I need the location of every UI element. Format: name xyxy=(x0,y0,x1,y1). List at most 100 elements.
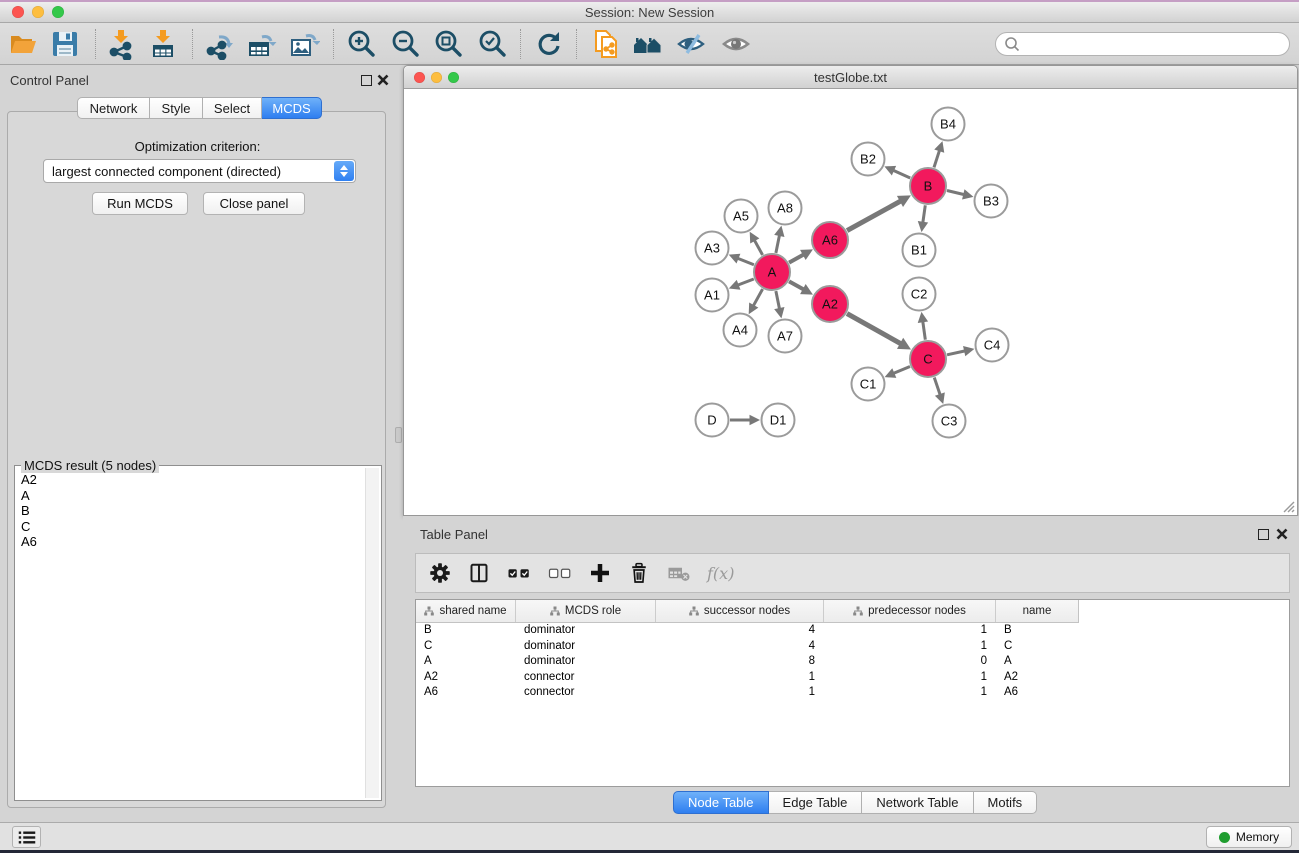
table-cell[interactable]: C xyxy=(416,639,516,655)
table-cell[interactable]: 1 xyxy=(824,670,996,686)
gear-icon[interactable] xyxy=(428,561,452,585)
tab-style[interactable]: Style xyxy=(150,97,203,119)
graph-edge[interactable] xyxy=(738,258,754,265)
graph-edge[interactable] xyxy=(776,235,780,253)
open-file-icon[interactable] xyxy=(7,28,39,60)
graph-edge[interactable] xyxy=(847,314,901,344)
graph-edge[interactable] xyxy=(789,254,804,262)
list-item[interactable]: B xyxy=(18,503,358,519)
show-all-eye-icon[interactable] xyxy=(720,28,752,60)
export-image-icon[interactable] xyxy=(288,28,320,60)
zoom-out-icon[interactable] xyxy=(390,28,422,60)
table-cell[interactable]: A xyxy=(996,654,1078,670)
tab-select[interactable]: Select xyxy=(203,97,262,119)
graph-edge[interactable] xyxy=(789,281,804,289)
table-cell[interactable]: dominator xyxy=(516,623,656,639)
table-cell[interactable]: dominator xyxy=(516,639,656,655)
table-cell[interactable]: A2 xyxy=(996,670,1078,686)
optimization-criterion-dropdown[interactable]: largest connected component (directed) xyxy=(43,159,356,183)
network-graph-canvas[interactable]: B4B2BB3A8A5A6A3B1AA1C2A2A4A7C4CC1C3DD1 xyxy=(405,90,1298,510)
graph-edge[interactable] xyxy=(776,291,780,309)
graph-edge[interactable] xyxy=(934,377,940,394)
table-cell[interactable]: A2 xyxy=(416,670,516,686)
table-row[interactable]: A2connector11A2 xyxy=(416,670,1289,686)
graph-edge[interactable] xyxy=(893,170,910,178)
refresh-icon[interactable] xyxy=(533,28,565,60)
close-panel-icon[interactable] xyxy=(377,74,389,86)
import-network-icon[interactable] xyxy=(105,28,137,60)
graph-edge[interactable] xyxy=(893,367,910,374)
table-row[interactable]: Adominator80A xyxy=(416,654,1289,670)
tab-node-table[interactable]: Node Table xyxy=(673,791,769,814)
graph-edge[interactable] xyxy=(753,289,762,306)
select-all-checkboxes-icon[interactable] xyxy=(506,561,532,585)
table-cell[interactable]: A6 xyxy=(416,685,516,701)
tab-network-table[interactable]: Network Table xyxy=(862,791,973,814)
table-cell[interactable]: A xyxy=(416,654,516,670)
resize-grip-icon[interactable] xyxy=(1281,499,1295,513)
graph-edge[interactable] xyxy=(934,150,940,167)
list-item[interactable]: A6 xyxy=(18,534,358,550)
task-history-button[interactable] xyxy=(12,826,41,848)
table-row[interactable]: Cdominator41C xyxy=(416,639,1289,655)
table-cell[interactable]: 1 xyxy=(824,639,996,655)
zoom-in-icon[interactable] xyxy=(346,28,378,60)
table-cell[interactable]: 4 xyxy=(656,623,824,639)
search-input[interactable] xyxy=(995,32,1290,56)
list-item[interactable]: C xyxy=(18,519,358,535)
table-cell[interactable]: dominator xyxy=(516,654,656,670)
table-cell[interactable]: connector xyxy=(516,685,656,701)
export-table-icon[interactable] xyxy=(245,28,277,60)
save-session-icon[interactable] xyxy=(49,28,81,60)
graph-edge[interactable] xyxy=(738,279,754,285)
table-cell[interactable]: A6 xyxy=(996,685,1078,701)
table-cell[interactable]: 8 xyxy=(656,654,824,670)
list-item[interactable]: A2 xyxy=(18,472,358,488)
table-cell[interactable]: 4 xyxy=(656,639,824,655)
table-cell[interactable]: B xyxy=(996,623,1078,639)
zoom-selected-icon[interactable] xyxy=(477,28,509,60)
deselect-all-checkboxes-icon[interactable] xyxy=(547,561,573,585)
table-cell[interactable]: connector xyxy=(516,670,656,686)
tab-network[interactable]: Network xyxy=(77,97,150,119)
table-cell[interactable]: 1 xyxy=(824,623,996,639)
zoom-fit-icon[interactable] xyxy=(433,28,465,60)
vertical-splitter-grip[interactable] xyxy=(395,427,402,443)
table-cell[interactable]: 1 xyxy=(656,670,824,686)
float-table-panel-icon[interactable] xyxy=(1258,529,1269,540)
column-header-shared-name[interactable]: shared name xyxy=(416,600,516,622)
graph-edge[interactable] xyxy=(754,240,762,255)
import-table-icon[interactable] xyxy=(147,28,179,60)
table-cell[interactable]: C xyxy=(996,639,1078,655)
memory-button[interactable]: Memory xyxy=(1206,826,1292,848)
float-panel-icon[interactable] xyxy=(361,75,372,86)
add-column-icon[interactable] xyxy=(588,561,612,585)
graph-edge[interactable] xyxy=(923,321,926,339)
copy-network-icon[interactable] xyxy=(590,28,622,60)
graph-edge[interactable] xyxy=(847,201,901,231)
list-item[interactable]: A xyxy=(18,488,358,504)
tab-mcds[interactable]: MCDS xyxy=(262,97,322,119)
table-cell[interactable]: 0 xyxy=(824,654,996,670)
tab-motifs[interactable]: Motifs xyxy=(974,791,1038,814)
table-cell[interactable]: B xyxy=(416,623,516,639)
table-cell[interactable]: 1 xyxy=(824,685,996,701)
export-network-icon[interactable] xyxy=(203,28,235,60)
table-row[interactable]: Bdominator41B xyxy=(416,623,1289,639)
run-mcds-button[interactable]: Run MCDS xyxy=(92,192,188,215)
tab-edge-table[interactable]: Edge Table xyxy=(769,791,863,814)
column-header-successor-nodes[interactable]: successor nodes xyxy=(656,600,824,622)
column-header-predecessor-nodes[interactable]: predecessor nodes xyxy=(824,600,996,622)
dropdown-stepper-icon[interactable] xyxy=(334,161,354,181)
table-cell[interactable]: 1 xyxy=(656,685,824,701)
delete-column-trash-icon[interactable] xyxy=(627,561,651,585)
graph-edge[interactable] xyxy=(947,351,965,355)
close-table-panel-icon[interactable] xyxy=(1276,528,1288,540)
table-row[interactable]: A6connector11A6 xyxy=(416,685,1289,701)
column-header-mcds-role[interactable]: MCDS role xyxy=(516,600,656,622)
close-panel-button[interactable]: Close panel xyxy=(203,192,305,215)
hide-selected-eye-slash-icon[interactable] xyxy=(675,28,707,60)
graph-edge[interactable] xyxy=(923,205,925,222)
mcds-list-scrollbar[interactable] xyxy=(365,468,379,798)
home-layout-icon[interactable] xyxy=(632,28,664,60)
